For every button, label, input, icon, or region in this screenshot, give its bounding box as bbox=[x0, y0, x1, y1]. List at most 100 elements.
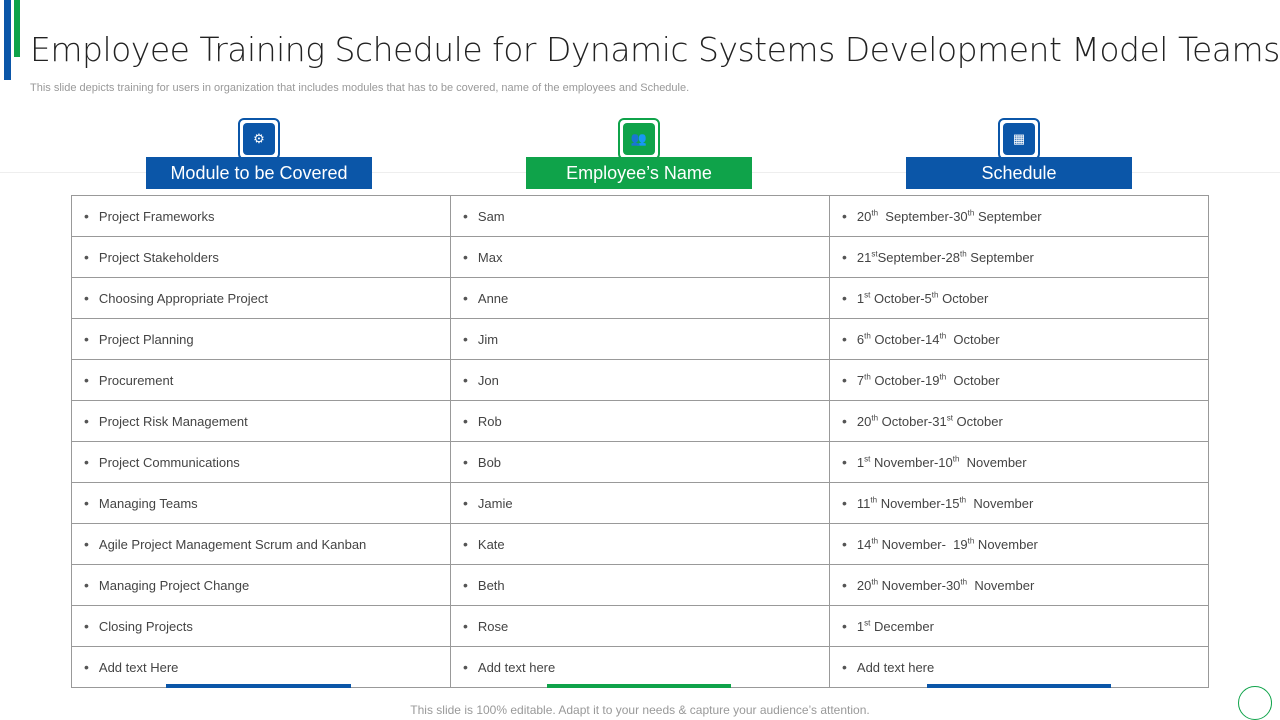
bullet-icon: • bbox=[842, 331, 847, 347]
employee-name: Rob bbox=[477, 414, 502, 429]
employee-name: Rose bbox=[477, 619, 509, 634]
bullet-icon: • bbox=[463, 536, 468, 552]
bullet-icon: • bbox=[463, 659, 468, 675]
bullet-icon: • bbox=[842, 372, 847, 388]
module-cell: • Project Communications bbox=[71, 441, 451, 483]
module-name: Project Risk Management bbox=[98, 414, 248, 429]
training-table: • Project Frameworks • Sam • 20 th September-3… bbox=[71, 195, 1209, 688]
date-text: November bbox=[974, 537, 1038, 552]
employee-name: Max bbox=[477, 250, 503, 265]
bullet-icon: • bbox=[842, 577, 847, 593]
bullet-icon: • bbox=[84, 249, 89, 265]
employee-name: Jim bbox=[477, 332, 499, 347]
date-text: October-31 bbox=[878, 414, 947, 429]
employee-cell: • Rose bbox=[450, 605, 830, 647]
table-row: • Managing Project Change • Beth • 20th Novem… bbox=[71, 564, 1209, 606]
module-cell: • Add text Here bbox=[71, 646, 451, 688]
schedule-cell: • 7th October-19th October bbox=[829, 359, 1209, 401]
underline-green bbox=[547, 684, 731, 688]
bullet-icon: • bbox=[842, 659, 847, 675]
employee-name: Bob bbox=[477, 455, 502, 470]
employee-cell: • Sam bbox=[450, 195, 830, 237]
bullet-icon: • bbox=[463, 413, 468, 429]
date-text: October bbox=[946, 332, 1000, 347]
table-row: • Choosing Appropriate Project • Anne • 1st O… bbox=[71, 277, 1209, 319]
employee-cell: • Bob bbox=[450, 441, 830, 483]
module-cell: • Choosing Appropriate Project bbox=[71, 277, 451, 319]
circle-decoration bbox=[1238, 686, 1272, 720]
bullet-icon: • bbox=[463, 577, 468, 593]
module-cell: • Managing Project Change bbox=[71, 564, 451, 606]
employee-name: Sam bbox=[477, 209, 505, 224]
date-text: October-5 bbox=[870, 291, 932, 306]
module-cell: • Procurement bbox=[71, 359, 451, 401]
bullet-icon: • bbox=[463, 249, 468, 265]
bullet-icon: • bbox=[842, 454, 847, 470]
date-text: 20 bbox=[856, 209, 872, 224]
module-cell: • Project Risk Management bbox=[71, 400, 451, 442]
module-cell: • Closing Projects bbox=[71, 605, 451, 647]
employee-cell: • Jim bbox=[450, 318, 830, 360]
employee-name: Beth bbox=[477, 578, 505, 593]
bullet-icon: • bbox=[842, 413, 847, 429]
calendar-clock-icon: ▦ bbox=[998, 118, 1040, 160]
date-text: 20 bbox=[856, 414, 872, 429]
schedule-cell: • 11th November-15th November bbox=[829, 482, 1209, 524]
module-cell: • Project Stakeholders bbox=[71, 236, 451, 278]
underline-blue bbox=[927, 684, 1111, 688]
schedule-cell: • 6th October-14th October bbox=[829, 318, 1209, 360]
date-text: 11 bbox=[856, 496, 871, 511]
module-name: Project Frameworks bbox=[98, 209, 215, 224]
employee-name: Add text here bbox=[477, 660, 556, 675]
employee-cell: • Kate bbox=[450, 523, 830, 565]
table-row: • Project Frameworks • Sam • 20th September-3… bbox=[71, 195, 1209, 237]
module-name: Managing Project Change bbox=[98, 578, 250, 593]
module-name: Procurement bbox=[98, 373, 174, 388]
bullet-icon: • bbox=[84, 331, 89, 347]
table-row: • Project Stakeholders • Max • 21stSeptember-… bbox=[71, 236, 1209, 278]
bullet-icon: • bbox=[84, 577, 89, 593]
bullet-icon: • bbox=[463, 208, 468, 224]
module-cell: • Project Planning bbox=[71, 318, 451, 360]
table-row: • Managing Teams • Jamie • 11th November-15th… bbox=[71, 482, 1209, 524]
employee-cell: • Rob bbox=[450, 400, 830, 442]
underline-blue bbox=[166, 684, 351, 688]
schedule-cell: • 1st November-10th November bbox=[829, 441, 1209, 483]
date-text: November-15 bbox=[877, 496, 960, 511]
table-row: • Procurement • Jon • 7th October-19th Octobe… bbox=[71, 359, 1209, 401]
table-row: • Add text Here • Add text here • Add text he… bbox=[71, 646, 1209, 688]
module-cell: • Project Frameworks bbox=[71, 195, 451, 237]
date-text: October bbox=[952, 414, 1003, 429]
module-name: Project Stakeholders bbox=[98, 250, 219, 265]
header-module: Module to be Covered bbox=[146, 157, 372, 189]
table-row: • Project Communications • Bob • 1st November… bbox=[71, 441, 1209, 483]
date-text: 20 bbox=[856, 578, 872, 593]
table-row: • Project Risk Management • Rob • 20th Octobe… bbox=[71, 400, 1209, 442]
date-text: Add text here bbox=[856, 660, 935, 675]
date-text: September bbox=[966, 250, 1034, 265]
date-text: December bbox=[870, 619, 934, 634]
accent-bar-blue bbox=[4, 0, 11, 80]
bullet-icon: • bbox=[842, 249, 847, 265]
header-employee: Employee’s Name bbox=[526, 157, 752, 189]
date-text: November-30 bbox=[878, 578, 961, 593]
bullet-icon: • bbox=[463, 290, 468, 306]
bullet-icon: • bbox=[84, 372, 89, 388]
date-suffix: th bbox=[864, 331, 871, 341]
bullet-icon: • bbox=[84, 536, 89, 552]
date-suffix: th bbox=[864, 372, 871, 382]
schedule-cell: • 1st October-5th October bbox=[829, 277, 1209, 319]
date-suffix: th bbox=[960, 249, 967, 259]
bullet-icon: • bbox=[463, 372, 468, 388]
bullet-icon: • bbox=[463, 618, 468, 634]
schedule-cell: • 20th November-30th November bbox=[829, 564, 1209, 606]
bullet-icon: • bbox=[84, 290, 89, 306]
schedule-cell: • 20th October-31st October bbox=[829, 400, 1209, 442]
bullet-icon: • bbox=[842, 208, 847, 224]
bullet-icon: • bbox=[84, 454, 89, 470]
bullet-icon: • bbox=[463, 454, 468, 470]
bullet-icon: • bbox=[84, 208, 89, 224]
schedule-cell: • 1st December bbox=[829, 605, 1209, 647]
employee-cell: • Max bbox=[450, 236, 830, 278]
date-text: November bbox=[967, 578, 1035, 593]
